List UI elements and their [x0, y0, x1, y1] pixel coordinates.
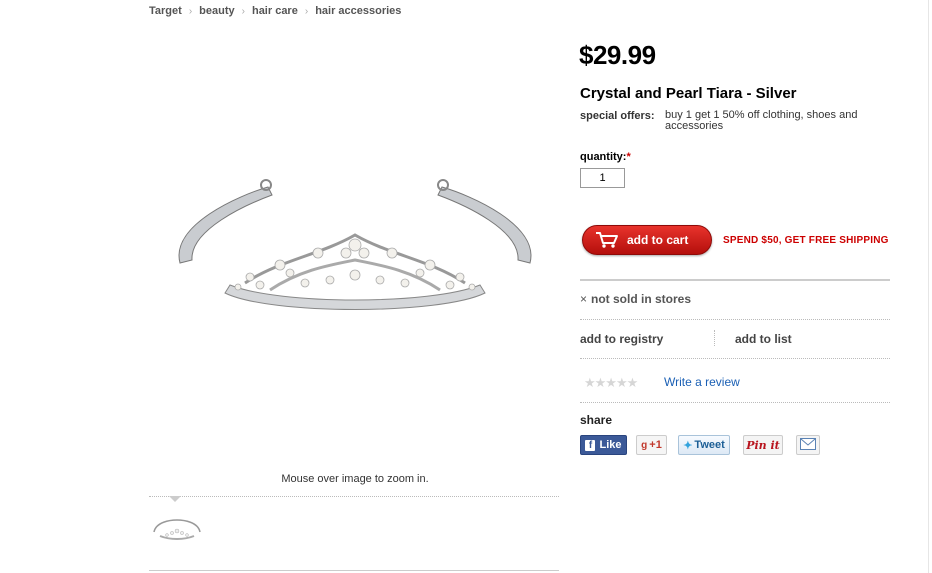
- rating-stars: ★★★★★: [584, 375, 638, 390]
- breadcrumb-target[interactable]: Target: [149, 5, 182, 17]
- quantity-label-text: quantity:: [580, 151, 627, 163]
- close-icon: ×: [580, 292, 588, 306]
- breadcrumb: Target › beauty › hair care › hair acces…: [149, 5, 401, 17]
- availability-status: × not sold in stores: [580, 292, 691, 306]
- write-review-link[interactable]: Write a review: [664, 375, 740, 389]
- facebook-icon: f: [585, 439, 596, 451]
- divider: [580, 402, 890, 403]
- facebook-like-label: Like: [599, 439, 622, 451]
- cart-icon: [595, 231, 619, 249]
- required-mark: *: [626, 151, 631, 163]
- chevron-right-icon: ›: [188, 5, 193, 17]
- breadcrumb-hair-accessories[interactable]: hair accessories: [315, 5, 401, 17]
- availability-text: not sold in stores: [591, 292, 692, 306]
- add-to-cart-label: add to cart: [627, 233, 689, 247]
- divider: [580, 279, 890, 281]
- zoom-hint: Mouse over image to zoom in.: [281, 473, 429, 485]
- divider: [580, 319, 890, 320]
- vertical-divider: [714, 330, 715, 346]
- tweet-button[interactable]: ✦ Tweet: [678, 435, 730, 455]
- thumbnail-pointer: [169, 496, 181, 502]
- envelope-icon: [800, 437, 816, 453]
- chevron-right-icon: ›: [304, 5, 309, 17]
- google-plus-one-label: +1: [649, 439, 662, 451]
- share-label: share: [580, 413, 613, 427]
- product-thumbnail[interactable]: [150, 516, 204, 546]
- breadcrumb-hair-care[interactable]: hair care: [252, 5, 298, 17]
- add-to-list-link[interactable]: add to list: [735, 332, 792, 346]
- pin-it-button[interactable]: Pin it: [743, 435, 783, 455]
- chevron-right-icon: ›: [241, 5, 245, 17]
- thumbnail-bottom-divider: [149, 570, 559, 571]
- facebook-like-button[interactable]: f Like: [580, 435, 627, 455]
- thumbnail-divider: [149, 496, 559, 497]
- google-icon: g: [641, 439, 648, 451]
- quantity-input[interactable]: [580, 168, 625, 188]
- breadcrumb-beauty[interactable]: beauty: [199, 5, 234, 17]
- add-to-cart-button[interactable]: add to cart: [582, 225, 712, 255]
- quantity-label: quantity:*: [580, 151, 631, 163]
- tweet-label: Tweet: [694, 439, 725, 451]
- page-right-border: [928, 0, 929, 573]
- twitter-bird-icon: ✦: [683, 439, 693, 452]
- add-to-registry-link[interactable]: add to registry: [580, 332, 663, 346]
- google-plus-one-button[interactable]: g +1: [636, 435, 667, 455]
- product-image[interactable]: [150, 165, 560, 345]
- free-shipping-promo[interactable]: SPEND $50, GET FREE SHIPPING: [723, 235, 889, 246]
- email-share-button[interactable]: [796, 435, 820, 455]
- divider: [580, 358, 890, 359]
- special-offers-text[interactable]: buy 1 get 1 50% off clothing, shoes and …: [665, 110, 880, 132]
- product-price: $29.99: [579, 40, 656, 70]
- special-offers-label: special offers:: [580, 110, 655, 122]
- product-title: Crystal and Pearl Tiara - Silver: [580, 85, 797, 102]
